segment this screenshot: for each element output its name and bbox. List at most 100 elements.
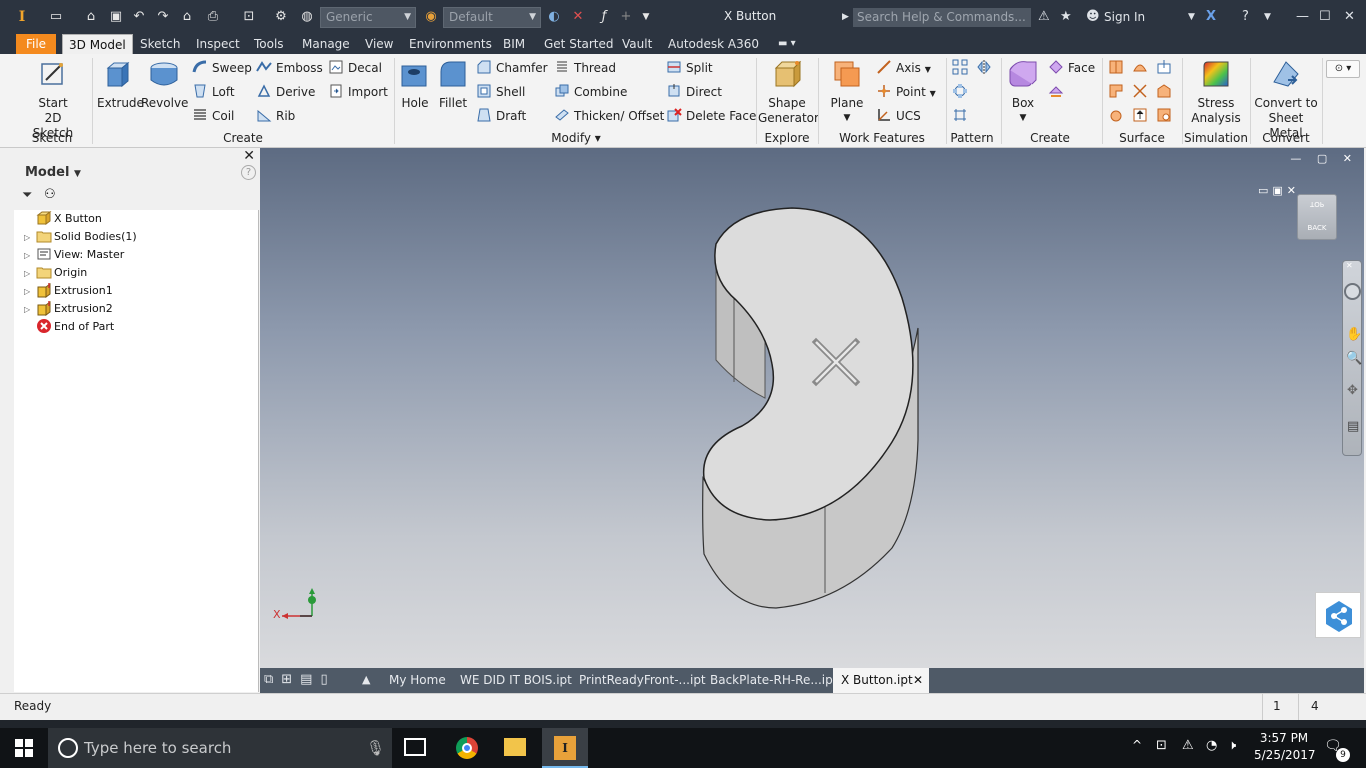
derive-button[interactable]: Derive (256, 82, 315, 102)
wifi-icon[interactable]: ◔ (1206, 738, 1217, 753)
clock-time[interactable]: 3:57 PM (1256, 731, 1312, 745)
rib-button[interactable]: Rib (256, 106, 295, 126)
microphone-icon[interactable]: 🎙 (366, 739, 385, 757)
stress-analysis-button[interactable]: Stress Analysis (1186, 58, 1246, 126)
inventor-logo[interactable]: I (8, 3, 36, 31)
loft-button[interactable]: Loft (192, 82, 235, 102)
orbit-icon[interactable]: ✥ (1347, 383, 1358, 398)
maximize-icon[interactable]: ☐ (1319, 9, 1331, 25)
viewcube-controls[interactable]: ▭▣✕ (1258, 184, 1300, 197)
window-arrangement-icons[interactable]: ⧉⊞▤▯ (264, 672, 336, 687)
draft-button[interactable]: Draft (476, 106, 526, 126)
box-dropdown-icon[interactable]: ▼ (1004, 111, 1042, 126)
print-icon[interactable]: ⎙ (202, 8, 224, 26)
sign-in-button[interactable]: Sign In (1104, 9, 1145, 25)
split-button[interactable]: Split (666, 58, 713, 78)
find-binoculars-icon[interactable]: ⚇ (44, 187, 56, 202)
expand-arrow-icon[interactable]: ▷ (24, 283, 36, 301)
tab-vault[interactable]: Vault (616, 34, 658, 54)
tab-tools[interactable]: Tools (248, 34, 290, 54)
fillet-button[interactable]: Fillet (436, 58, 470, 111)
close-icon[interactable]: ✕ (1344, 9, 1355, 25)
delete-face-button[interactable]: Delete Face (666, 106, 756, 126)
tab-get-started[interactable]: Get Started (538, 34, 620, 54)
ruled-surface-button[interactable] (1108, 106, 1128, 126)
tab-bim[interactable]: BIM (497, 34, 531, 54)
tab-manage[interactable]: Manage (296, 34, 356, 54)
combine-button[interactable]: Combine (554, 82, 627, 102)
doc-tab-close-icon[interactable]: ✕ (913, 668, 923, 693)
viewport-window-controls[interactable]: — ▢ ✕ (1290, 152, 1358, 165)
save-icon[interactable]: ▣ (107, 8, 125, 26)
replace-face-button[interactable] (1132, 106, 1152, 126)
convert-to-sheet-metal-button[interactable]: Convert to Sheet Metal (1252, 58, 1320, 141)
sweep-button[interactable]: Sweep (192, 58, 252, 78)
thicken-offset-button[interactable]: Thicken/ Offset (554, 106, 664, 126)
emboss-button[interactable]: Emboss (256, 58, 323, 78)
help-icon[interactable]: ? (1242, 9, 1249, 25)
axis-button[interactable]: Axis ▼ (876, 58, 931, 78)
comm-center-icon[interactable]: ⚠ (1038, 9, 1050, 25)
circular-pattern-button[interactable] (952, 82, 972, 102)
chrome-icon[interactable] (456, 737, 478, 759)
start-2d-sketch-button[interactable]: Start 2D Sketch (24, 58, 82, 141)
trim-button[interactable] (1108, 82, 1128, 102)
doc-tab-we-did-it-bois[interactable]: WE DID IT BOIS.ipt (452, 668, 580, 693)
doc-tab-x-button[interactable]: X Button.ipt ✕ (833, 668, 929, 693)
graphics-viewport[interactable]: X — ▢ ✕ ▭▣✕ TOP BACK ✕ ✋ 🔍 ✥ ▤ (260, 148, 1364, 668)
browser-item[interactable]: X Button (24, 210, 102, 228)
freeform-convert-button[interactable] (1048, 82, 1068, 102)
windows-start-icon[interactable] (14, 738, 34, 758)
material-dropdown[interactable]: Default ▼ (443, 7, 541, 28)
ribbon-display-toggle-icon[interactable]: ▬ ▾ (772, 34, 802, 54)
ribbon-options-dropdown[interactable]: ⊙ ▾ (1326, 60, 1360, 78)
home-icon[interactable]: ⌂ (178, 8, 196, 26)
coil-button[interactable]: Coil (192, 106, 234, 126)
taskbar-search-input[interactable]: Type here to search (48, 728, 392, 768)
rectangular-pattern-button[interactable] (952, 58, 972, 78)
hole-button[interactable]: Hole (398, 58, 432, 111)
import-button[interactable]: Import (328, 82, 388, 102)
taskbar-inventor-app[interactable]: I (542, 728, 588, 768)
undo-icon[interactable]: ↶ (130, 8, 148, 26)
open-icon[interactable]: ⌂ (82, 8, 100, 26)
security-icon[interactable]: ⚠ (1182, 738, 1194, 753)
browser-item[interactable]: ▷ View: Master (24, 246, 124, 264)
material-browser-icon[interactable]: ◍ (298, 8, 316, 26)
steering-wheel-icon[interactable] (1344, 283, 1361, 300)
point-button[interactable]: Point ▼ (876, 82, 936, 102)
patch-button[interactable] (1132, 58, 1152, 78)
sign-in-dropdown-icon[interactable]: ▼ (1188, 9, 1195, 25)
extend-button[interactable] (1132, 82, 1152, 102)
zoom-icon[interactable]: 🔍 (1346, 351, 1362, 366)
tab-sketch[interactable]: Sketch (134, 34, 186, 54)
browser-title-dropdown[interactable]: Model ▼ (25, 165, 81, 180)
tab-view[interactable]: View (359, 34, 399, 54)
browser-item[interactable]: ▷ Origin (24, 264, 87, 282)
update-icon[interactable]: ⚙ (272, 8, 290, 26)
direct-button[interactable]: Direct (666, 82, 722, 102)
look-at-icon[interactable]: ▤ (1347, 419, 1359, 434)
doc-tab-backplate[interactable]: BackPlate-RH-Re...ipt (702, 668, 845, 693)
expand-arrow-icon[interactable]: ▷ (24, 265, 36, 283)
clear-appearance-icon[interactable]: ✕ (570, 8, 586, 26)
boundary-patch-button[interactable] (1156, 82, 1176, 102)
viewcube[interactable]: TOP BACK (1297, 194, 1337, 240)
network-icon[interactable]: ⊡ (1156, 738, 1167, 753)
color-wheel-icon[interactable]: ◉ (422, 8, 440, 26)
exchange-apps-icon[interactable]: X (1206, 9, 1216, 25)
file-explorer-icon[interactable] (504, 738, 526, 756)
tab-inspect[interactable]: Inspect (190, 34, 246, 54)
task-view-icon[interactable] (404, 738, 426, 756)
revolve-button[interactable]: Revolve (141, 58, 188, 111)
qat-dropdown-icon[interactable]: ▼ (640, 8, 652, 26)
shape-generator-button[interactable]: Shape Generator (758, 58, 819, 126)
expand-arrow-icon[interactable]: ▷ (24, 247, 36, 265)
browser-item[interactable]: End of Part (24, 318, 114, 336)
new-file-icon[interactable]: ▭ (47, 8, 65, 26)
minimize-icon[interactable]: — (1296, 9, 1309, 25)
tab-autodesk-a360[interactable]: Autodesk A360 (662, 34, 765, 54)
chamfer-button[interactable]: Chamfer (476, 58, 548, 78)
browser-item[interactable]: ▷ Extrusion2 (24, 300, 113, 318)
expand-arrow-icon[interactable]: ▷ (24, 301, 36, 319)
